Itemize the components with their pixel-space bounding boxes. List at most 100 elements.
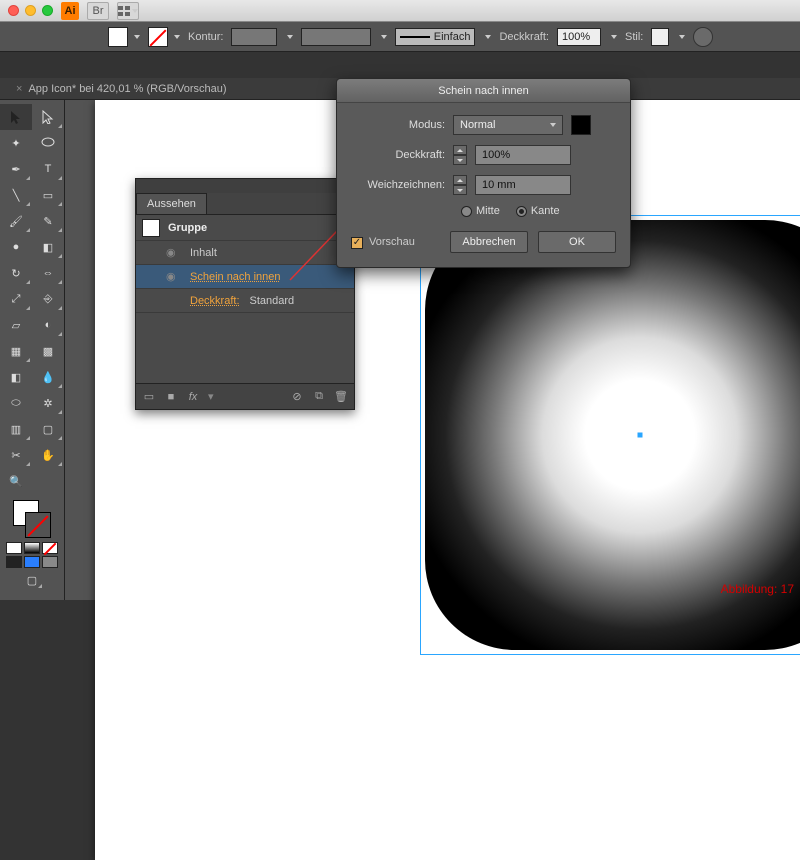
- blend-mode-select[interactable]: Normal: [453, 115, 563, 135]
- traffic-lights: [8, 5, 53, 16]
- chevron-down-icon: [381, 35, 387, 39]
- contents-label: Inhalt: [190, 247, 217, 259]
- stroke-color-icon: [25, 512, 51, 538]
- fill-stroke-control[interactable]: [13, 500, 51, 538]
- window-titlebar: Ai Br: [0, 0, 800, 22]
- gradient-tool[interactable]: ◧: [0, 364, 32, 390]
- lasso-tool[interactable]: [32, 130, 64, 156]
- source-center-radio[interactable]: Mitte: [461, 205, 500, 217]
- figure-caption: Abbildung: 17: [721, 582, 794, 596]
- control-bar: Kontur: Einfach Deckkraft: 100% Stil:: [0, 22, 800, 52]
- window-minimize-button[interactable]: [25, 5, 36, 16]
- perspective-grid-tool[interactable]: ▦: [0, 338, 32, 364]
- recolor-artwork-button[interactable]: [693, 27, 713, 47]
- eyedropper-tool[interactable]: 💧: [32, 364, 64, 390]
- width-tool[interactable]: ⎆: [32, 286, 64, 312]
- chevron-down-icon: [679, 35, 685, 39]
- glow-color-swatch[interactable]: [571, 115, 591, 135]
- bridge-button[interactable]: Br: [87, 2, 109, 20]
- draw-inside-button[interactable]: [42, 556, 58, 568]
- graphic-style-swatch[interactable]: [651, 28, 669, 46]
- shape-builder-tool[interactable]: ◐: [32, 312, 64, 338]
- eraser-tool[interactable]: ◧: [32, 234, 64, 260]
- blur-stepper[interactable]: [453, 175, 467, 195]
- blend-tool[interactable]: ⬭: [0, 390, 32, 416]
- opacity-link[interactable]: Deckkraft:: [190, 295, 240, 307]
- direct-selection-tool[interactable]: [32, 104, 64, 130]
- appearance-target-label: Gruppe: [168, 222, 207, 234]
- rectangle-tool[interactable]: ▭: [32, 182, 64, 208]
- appearance-row-contents[interactable]: ◉ Inhalt: [136, 241, 354, 265]
- document-tab[interactable]: × App Icon* bei 420,01 % (RGB/Vorschau): [8, 83, 235, 95]
- magic-wand-tool[interactable]: ✦: [0, 130, 32, 156]
- column-graph-tool[interactable]: ▥: [0, 416, 32, 442]
- paintbrush-tool[interactable]: 🖌: [0, 208, 32, 234]
- window-close-button[interactable]: [8, 5, 19, 16]
- delete-item-button[interactable]: 🗑: [334, 390, 348, 404]
- visibility-toggle-icon[interactable]: ◉: [166, 246, 180, 259]
- variable-width-profile[interactable]: [301, 28, 371, 46]
- source-edge-radio[interactable]: Kante: [516, 205, 560, 217]
- preview-checkbox[interactable]: ✓Vorschau: [351, 236, 415, 249]
- appearance-row-opacity[interactable]: Deckkraft: Standard: [136, 289, 354, 313]
- gradient-mode-button[interactable]: [24, 542, 40, 554]
- add-effect-button[interactable]: fx: [186, 390, 200, 404]
- pen-tool[interactable]: ✒: [0, 156, 32, 182]
- opacity-field[interactable]: 100%: [557, 28, 601, 46]
- window-maximize-button[interactable]: [42, 5, 53, 16]
- chevron-down-icon: [287, 35, 293, 39]
- arrange-documents-button[interactable]: [117, 2, 139, 20]
- duplicate-item-button[interactable]: ⧉: [312, 390, 326, 404]
- add-fill-button[interactable]: ■: [164, 390, 178, 404]
- clear-appearance-button[interactable]: ⊘: [290, 390, 304, 404]
- appearance-target-row[interactable]: Gruppe: [136, 215, 354, 241]
- stroke-label: Kontur:: [188, 31, 223, 43]
- brush-definition[interactable]: Einfach: [395, 28, 475, 46]
- slice-tool[interactable]: ✂: [0, 442, 32, 468]
- opacity-stepper[interactable]: [453, 145, 467, 165]
- zoom-tool[interactable]: 🔍: [0, 468, 32, 494]
- screen-mode-button[interactable]: ▢: [20, 570, 44, 590]
- free-transform-tool[interactable]: ▱: [0, 312, 32, 338]
- visibility-toggle-icon[interactable]: ◉: [166, 270, 180, 283]
- mesh-tool[interactable]: ▩: [32, 338, 64, 364]
- dialog-opacity-label: Deckkraft:: [351, 149, 445, 161]
- panel-header[interactable]: ×: [136, 179, 354, 193]
- stroke-swatch[interactable]: [148, 27, 168, 47]
- tab-close-button[interactable]: ×: [16, 83, 22, 95]
- effect-link[interactable]: Schein nach innen: [190, 271, 281, 283]
- appearance-panel-footer: ▭ ■ fx ▾ ⊘ ⧉ 🗑: [136, 383, 354, 409]
- style-label: Stil:: [625, 31, 643, 43]
- appearance-tab[interactable]: Aussehen: [136, 193, 207, 214]
- opacity-input[interactable]: 100%: [475, 145, 571, 165]
- scale-tool[interactable]: ⤢: [0, 286, 32, 312]
- blob-brush-tool[interactable]: ●: [0, 234, 32, 260]
- draw-normal-button[interactable]: [6, 556, 22, 568]
- blur-label: Weichzeichnen:: [351, 179, 445, 191]
- draw-behind-button[interactable]: [24, 556, 40, 568]
- selection-center-icon: [638, 433, 643, 438]
- fill-swatch[interactable]: [108, 27, 128, 47]
- none-mode-button[interactable]: [42, 542, 58, 554]
- reflect-tool[interactable]: ⇔: [32, 260, 64, 286]
- chevron-down-icon: [132, 9, 138, 13]
- cancel-button[interactable]: Abbrechen: [450, 231, 528, 253]
- tools-panel: ✦ ✒T ╲▭ 🖌✎ ●◧ ↻⇔ ⤢⎆ ▱◐ ▦▩ ◧💧 ⬭✲ ▥▢ ✂✋ 🔍 …: [0, 100, 65, 600]
- blur-input[interactable]: 10 mm: [475, 175, 571, 195]
- chevron-down-icon: [550, 123, 556, 127]
- appearance-row-inner-glow[interactable]: ◉ Schein nach innen: [136, 265, 354, 289]
- add-stroke-button[interactable]: ▭: [142, 390, 156, 404]
- line-tool[interactable]: ╲: [0, 182, 32, 208]
- dialog-titlebar[interactable]: Schein nach innen: [337, 79, 630, 103]
- chevron-down-icon: [134, 35, 140, 39]
- type-tool[interactable]: T: [32, 156, 64, 182]
- hand-tool[interactable]: ✋: [32, 442, 64, 468]
- stroke-weight-field[interactable]: [231, 28, 277, 46]
- pencil-tool[interactable]: ✎: [32, 208, 64, 234]
- color-mode-button[interactable]: [6, 542, 22, 554]
- rotate-tool[interactable]: ↻: [0, 260, 32, 286]
- selection-tool[interactable]: [0, 104, 32, 130]
- symbol-sprayer-tool[interactable]: ✲: [32, 390, 64, 416]
- artboard-tool[interactable]: ▢: [32, 416, 64, 442]
- ok-button[interactable]: OK: [538, 231, 616, 253]
